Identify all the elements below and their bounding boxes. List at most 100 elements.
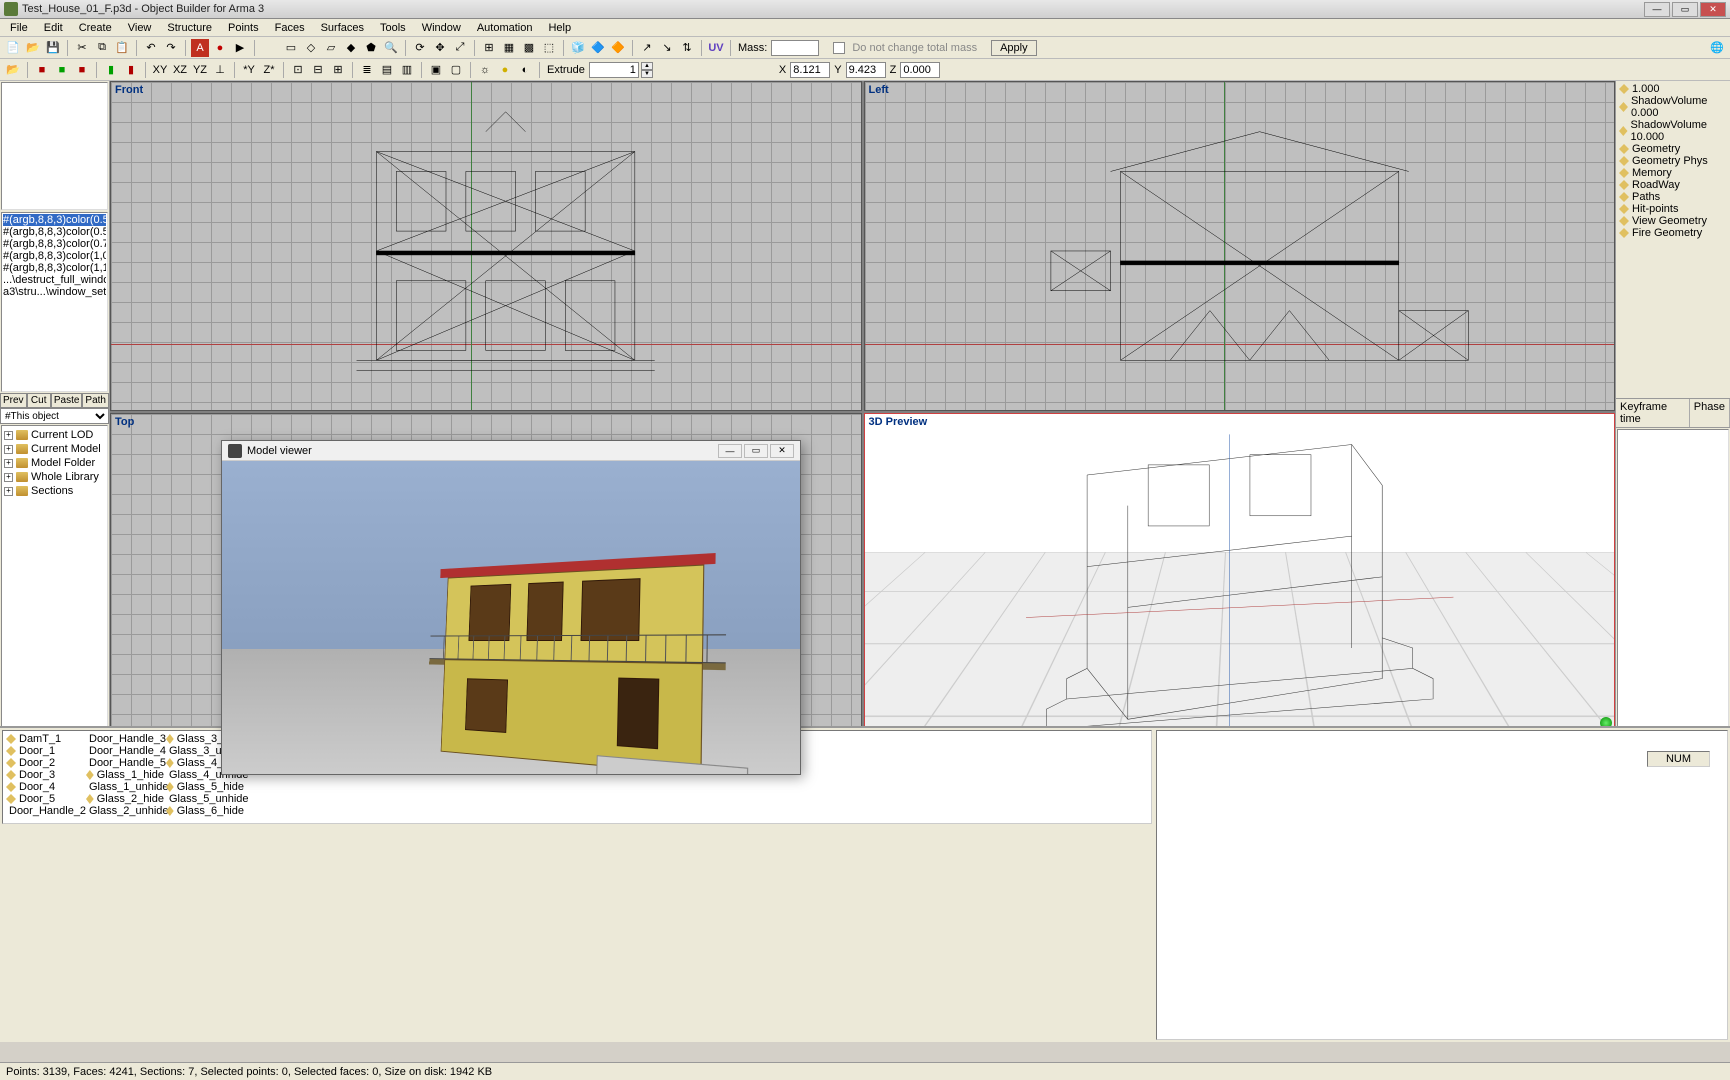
- named-selection-item[interactable]: Door_Handle_2: [5, 805, 85, 817]
- anim3-icon[interactable]: ⇅: [678, 39, 696, 57]
- maximize-button[interactable]: ▭: [1672, 2, 1698, 17]
- move-icon[interactable]: ✥: [431, 39, 449, 57]
- layer2-icon[interactable]: ▤: [378, 61, 396, 79]
- material-item[interactable]: a3\stru...\window_set_ca.tga: [3, 286, 106, 298]
- grid2-icon[interactable]: ▦: [500, 39, 518, 57]
- apply-button[interactable]: Apply: [991, 40, 1037, 56]
- named-selection-item[interactable]: Door_4: [5, 781, 85, 793]
- select-face-icon[interactable]: ◆: [342, 39, 360, 57]
- material-item[interactable]: #(argb,8,8,3)color(1,0,0,1,0,co: [3, 250, 106, 262]
- mv-close-button[interactable]: ✕: [770, 444, 794, 458]
- minimize-button[interactable]: —: [1644, 2, 1670, 17]
- mv-maximize-button[interactable]: ▭: [744, 444, 768, 458]
- lod-list[interactable]: 1.000 ShadowVolume 0.000 ShadowVolume 10…: [1616, 81, 1730, 398]
- red1-icon[interactable]: ■: [33, 61, 51, 79]
- paste-button[interactable]: Paste: [51, 393, 83, 408]
- menu-create[interactable]: Create: [71, 20, 120, 36]
- select-icon[interactable]: ▭: [282, 39, 300, 57]
- lod-item[interactable]: Geometry Phys: [1618, 155, 1728, 167]
- menu-view[interactable]: View: [120, 20, 160, 36]
- snap3-icon[interactable]: ⊞: [329, 61, 347, 79]
- axis-yz[interactable]: YZ: [191, 61, 209, 79]
- bulb-icon[interactable]: ●: [496, 61, 514, 79]
- red3-icon[interactable]: ▮: [122, 61, 140, 79]
- keyframe-list[interactable]: [1617, 429, 1729, 744]
- menu-points[interactable]: Points: [220, 20, 267, 36]
- phase-col[interactable]: Phase: [1690, 399, 1730, 427]
- anim2-icon[interactable]: ↘: [658, 39, 676, 57]
- named-selection-item[interactable]: Glass_5_unhide: [165, 793, 245, 805]
- cut-icon[interactable]: ✂: [73, 39, 91, 57]
- world-icon[interactable]: 🌐: [1708, 39, 1726, 57]
- coord-y-input[interactable]: [846, 62, 886, 78]
- material-item[interactable]: #(argb,8,8,3)color(0.501961,0.: [3, 226, 106, 238]
- mv-minimize-button[interactable]: —: [718, 444, 742, 458]
- layer3-icon[interactable]: ▥: [398, 61, 416, 79]
- viewport-3d-preview[interactable]: 3D Preview: [864, 413, 1616, 761]
- redo-icon[interactable]: ↷: [162, 39, 180, 57]
- lod-item[interactable]: ShadowVolume 10.000: [1618, 119, 1728, 143]
- named-selection-item[interactable]: Glass_2_unhide: [85, 805, 165, 817]
- path-button[interactable]: Path: [82, 393, 109, 408]
- axis-y[interactable]: *Y: [240, 61, 258, 79]
- coord-z-input[interactable]: [900, 62, 940, 78]
- undo-icon[interactable]: ↶: [142, 39, 160, 57]
- named-selection-item[interactable]: Door_2: [5, 757, 85, 769]
- grid4-icon[interactable]: ⬚: [540, 39, 558, 57]
- mode2-icon[interactable]: ▢: [447, 61, 465, 79]
- menu-structure[interactable]: Structure: [159, 20, 220, 36]
- named-selection-item[interactable]: Glass_1_unhide: [85, 781, 165, 793]
- select-edge-icon[interactable]: ▱: [322, 39, 340, 57]
- named-selection-item[interactable]: Door_Handle_5: [85, 757, 165, 769]
- rotate-icon[interactable]: ⟳: [411, 39, 429, 57]
- grid1-icon[interactable]: ⊞: [480, 39, 498, 57]
- tree-item[interactable]: +Current Model: [4, 442, 105, 456]
- named-selection-item[interactable]: Door_1: [5, 745, 85, 757]
- axis-xz[interactable]: XZ: [171, 61, 189, 79]
- uv-icon[interactable]: UV: [707, 39, 725, 57]
- extrude-down[interactable]: ▼: [641, 70, 653, 78]
- keyframe-time-col[interactable]: Keyframe time: [1616, 399, 1690, 427]
- named-selection-item[interactable]: Glass_6_hide: [165, 805, 245, 817]
- named-selection-item[interactable]: Door_3: [5, 769, 85, 781]
- named-selection-item[interactable]: Glass_2_hide: [85, 793, 165, 805]
- material-item[interactable]: ...\destruct_full_window_set_c: [3, 274, 106, 286]
- tree-item[interactable]: +Sections: [4, 484, 105, 498]
- model-viewer-titlebar[interactable]: Model viewer — ▭ ✕: [222, 441, 800, 461]
- tree-item[interactable]: +Whole Library: [4, 470, 105, 484]
- record-icon[interactable]: ●: [211, 39, 229, 57]
- cut-button[interactable]: Cut: [27, 393, 51, 408]
- lod-item[interactable]: Memory: [1618, 167, 1728, 179]
- lod-item[interactable]: Paths: [1618, 191, 1728, 203]
- material-item[interactable]: #(argb,8,8,3)color(0.752941,0.: [3, 238, 106, 250]
- tree-item[interactable]: +Model Folder: [4, 456, 105, 470]
- proxy1-icon[interactable]: 🧊: [569, 39, 587, 57]
- lod-item[interactable]: View Geometry: [1618, 215, 1728, 227]
- lod-item[interactable]: ShadowVolume 0.000: [1618, 95, 1728, 119]
- named-selection-item[interactable]: Door_Handle_4: [85, 745, 165, 757]
- grid3-icon[interactable]: ▩: [520, 39, 538, 57]
- extrude-input[interactable]: [589, 62, 639, 78]
- properties-panel[interactable]: [1156, 730, 1728, 1040]
- zoom-icon[interactable]: 🔍: [382, 39, 400, 57]
- viewport-left[interactable]: Left: [864, 81, 1616, 411]
- material-item[interactable]: #(argb,8,8,3)color(0.501961,0.: [3, 214, 106, 226]
- tool-a-icon[interactable]: 📂: [4, 61, 22, 79]
- addon-icon[interactable]: A: [191, 39, 209, 57]
- shade-icon[interactable]: ◐: [516, 61, 534, 79]
- lod-item[interactable]: Hit-points: [1618, 203, 1728, 215]
- named-selection-item[interactable]: Door_5: [5, 793, 85, 805]
- menu-file[interactable]: File: [2, 20, 36, 36]
- model-viewer-window[interactable]: Model viewer — ▭ ✕: [221, 440, 801, 775]
- mode1-icon[interactable]: ▣: [427, 61, 445, 79]
- lod-item[interactable]: Fire Geometry: [1618, 227, 1728, 239]
- axis-z[interactable]: Z*: [260, 61, 278, 79]
- axis-xy[interactable]: XY: [151, 61, 169, 79]
- prev-button[interactable]: Prev: [0, 393, 27, 408]
- save-icon[interactable]: 💾: [44, 39, 62, 57]
- lod-item[interactable]: Geometry: [1618, 143, 1728, 155]
- scale-icon[interactable]: ⤢: [451, 39, 469, 57]
- anim1-icon[interactable]: ↗: [638, 39, 656, 57]
- menu-automation[interactable]: Automation: [469, 20, 541, 36]
- close-button[interactable]: ✕: [1700, 2, 1726, 17]
